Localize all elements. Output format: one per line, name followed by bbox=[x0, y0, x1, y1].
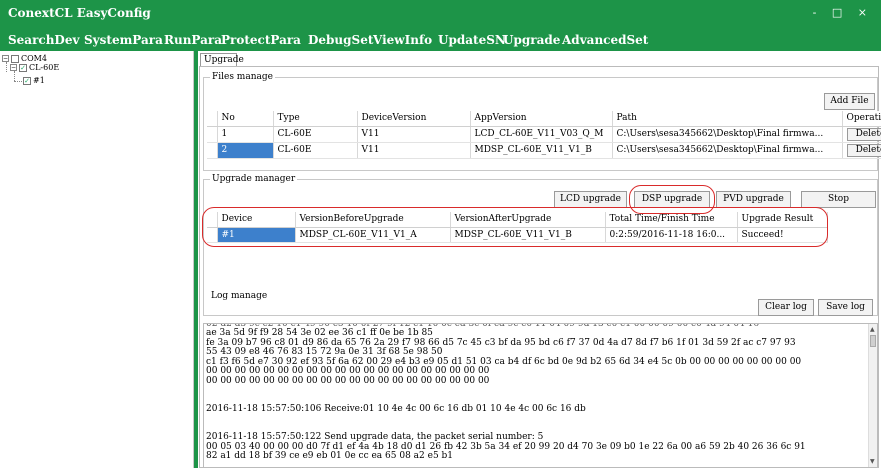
checkbox-checked[interactable]: ✓ bbox=[23, 76, 31, 85]
save-log-button[interactable]: Save log bbox=[818, 299, 873, 316]
menu-searchdev[interactable]: SearchDev bbox=[8, 33, 79, 47]
log-line: 82 a1 dd 18 bf 39 ce e9 eb 01 0e cc ea 6… bbox=[206, 451, 454, 461]
stop-button[interactable]: Stop bbox=[801, 191, 876, 208]
menu-bar: SearchDev SystemPara RunPara ProtectPara… bbox=[0, 28, 881, 51]
cell-no: 1 bbox=[217, 126, 274, 143]
tab-panel: Files manage Add File No Type DeviceVers… bbox=[199, 66, 881, 468]
clear-log-button[interactable]: Clear log bbox=[758, 299, 814, 316]
tree-node-unit[interactable]: ✓ #1 bbox=[23, 76, 45, 85]
tree-connector bbox=[6, 62, 7, 72]
menu-runpara[interactable]: RunPara bbox=[164, 33, 222, 47]
menu-advancedset[interactable]: AdvancedSet bbox=[562, 33, 648, 47]
cell-version-before: MDSP_CL-60E_V11_V1_A bbox=[295, 227, 451, 243]
tab-upgrade[interactable]: Upgrade bbox=[200, 53, 244, 67]
log-line: 2016-11-18 15:57:50:106 Receive:01 10 4e… bbox=[206, 404, 586, 414]
scroll-up-icon[interactable]: ▲ bbox=[870, 325, 875, 335]
row-header bbox=[207, 142, 218, 159]
main-panel: Upgrade Files manage Add File No Type De… bbox=[198, 51, 881, 468]
table-row[interactable]: #1 MDSP_CL-60E_V11_V1_A MDSP_CL-60E_V11_… bbox=[207, 227, 828, 243]
log-textarea[interactable]: 02 d2 d3 9c c2 10 c1 49 90 c5 10 0f 27 9… bbox=[203, 323, 878, 468]
collapse-icon[interactable]: − bbox=[2, 55, 9, 62]
row-header bbox=[207, 212, 218, 228]
col-time[interactable]: Total Time/Finish Time bbox=[605, 212, 738, 228]
collapse-icon[interactable]: − bbox=[10, 64, 17, 71]
lcd-upgrade-button[interactable]: LCD upgrade bbox=[554, 191, 627, 208]
cell-device: #1 bbox=[217, 227, 296, 243]
cell-result: Succeed! bbox=[737, 227, 828, 243]
log-group-label: Log manage bbox=[209, 291, 270, 301]
upgrade-table: Device VersionBeforeUpgrade VersionAfter… bbox=[207, 212, 828, 243]
cell-operating: Delete bbox=[842, 142, 881, 159]
tree-node-port[interactable]: − COM4 bbox=[2, 54, 47, 63]
cell-operating: Delete bbox=[842, 126, 881, 143]
col-device[interactable]: Device bbox=[217, 212, 296, 228]
checkbox-checked[interactable]: ✓ bbox=[19, 63, 27, 72]
col-app-version[interactable]: AppVersion bbox=[470, 111, 613, 127]
files-group: Files manage Add File No Type DeviceVers… bbox=[203, 72, 881, 171]
cell-path: C:\Users\sesa345662\Desktop\Final firmwa… bbox=[612, 126, 843, 143]
menu-viewinfo[interactable]: ViewInfo bbox=[373, 33, 432, 47]
row-header bbox=[207, 227, 218, 243]
checkbox[interactable] bbox=[11, 54, 19, 63]
col-path[interactable]: Path bbox=[612, 111, 843, 127]
log-header: Log manage Clear log Save log bbox=[203, 287, 878, 317]
files-header-row: No Type DeviceVersion AppVersion Path Op… bbox=[207, 111, 881, 127]
minimize-icon[interactable]: - bbox=[813, 6, 823, 19]
files-group-label: Files manage bbox=[210, 72, 275, 82]
add-file-button[interactable]: Add File bbox=[824, 93, 875, 110]
tree-connector bbox=[14, 71, 15, 81]
col-operating[interactable]: Operating bbox=[842, 111, 881, 127]
menu-systempara[interactable]: SystemPara bbox=[84, 33, 163, 47]
cell-path: C:\Users\sesa345662\Desktop\Final firmwa… bbox=[612, 142, 843, 159]
title-bar: ConextCL EasyConfig - □ × bbox=[0, 0, 881, 28]
row-header bbox=[207, 111, 218, 127]
dsp-upgrade-button[interactable]: DSP upgrade bbox=[634, 191, 710, 208]
maximize-icon[interactable]: □ bbox=[832, 6, 848, 19]
close-icon[interactable]: × bbox=[858, 6, 873, 19]
cell-device-version: V11 bbox=[357, 126, 471, 143]
row-header bbox=[207, 126, 218, 143]
table-row[interactable]: 2 CL-60E V11 MDSP_CL-60E_V11_V1_B C:\Use… bbox=[207, 142, 881, 159]
menu-upgrade[interactable]: Upgrade bbox=[503, 33, 560, 47]
cell-time: 0:2:59/2016-11-18 16:0... bbox=[605, 227, 738, 243]
col-result[interactable]: Upgrade Result bbox=[737, 212, 828, 228]
menu-debugset[interactable]: DebugSet bbox=[308, 33, 373, 47]
col-version-before[interactable]: VersionBeforeUpgrade bbox=[295, 212, 451, 228]
cell-type: CL-60E bbox=[273, 142, 358, 159]
col-type[interactable]: Type bbox=[273, 111, 358, 127]
cell-app-version: MDSP_CL-60E_V11_V1_B bbox=[470, 142, 613, 159]
menu-updatesn[interactable]: UpdateSN bbox=[438, 33, 506, 47]
menu-protectpara[interactable]: ProtectPara bbox=[221, 33, 301, 47]
device-tree: − COM4 − ✓ CL-60E ✓ #1 bbox=[0, 51, 194, 468]
tree-connector bbox=[14, 81, 22, 82]
delete-button[interactable]: Delete bbox=[846, 127, 881, 141]
col-version-after[interactable]: VersionAfterUpgrade bbox=[450, 212, 606, 228]
table-row[interactable]: 1 CL-60E V11 LCD_CL-60E_V11_V03_Q_M C:\U… bbox=[207, 126, 881, 143]
log-scrollbar[interactable]: ▲ ▼ bbox=[868, 324, 877, 467]
tree-label-port: COM4 bbox=[21, 54, 47, 63]
col-device-version[interactable]: DeviceVersion bbox=[357, 111, 471, 127]
tree-label-unit: #1 bbox=[33, 76, 45, 85]
col-no[interactable]: No bbox=[217, 111, 274, 127]
scroll-down-icon[interactable]: ▼ bbox=[870, 457, 875, 467]
files-table: No Type DeviceVersion AppVersion Path Op… bbox=[207, 111, 881, 159]
delete-button[interactable]: Delete bbox=[846, 143, 881, 157]
tree-label-device: CL-60E bbox=[29, 63, 60, 72]
upgrade-group-label: Upgrade manager bbox=[210, 174, 298, 184]
pvd-upgrade-button[interactable]: PVD upgrade bbox=[716, 191, 791, 208]
cell-version-after: MDSP_CL-60E_V11_V1_B bbox=[450, 227, 606, 243]
window-title: ConextCL EasyConfig bbox=[8, 6, 151, 20]
cell-app-version: LCD_CL-60E_V11_V03_Q_M bbox=[470, 126, 613, 143]
cell-device-version: V11 bbox=[357, 142, 471, 159]
scroll-thumb[interactable] bbox=[870, 335, 876, 347]
cell-type: CL-60E bbox=[273, 126, 358, 143]
upgrade-header-row: Device VersionBeforeUpgrade VersionAfter… bbox=[207, 212, 828, 228]
cell-no: 2 bbox=[217, 142, 274, 159]
tree-node-device[interactable]: − ✓ CL-60E bbox=[10, 63, 59, 72]
log-line: 00 00 00 00 00 00 00 00 00 00 00 00 00 0… bbox=[206, 375, 490, 386]
window-controls: - □ × bbox=[813, 6, 873, 19]
